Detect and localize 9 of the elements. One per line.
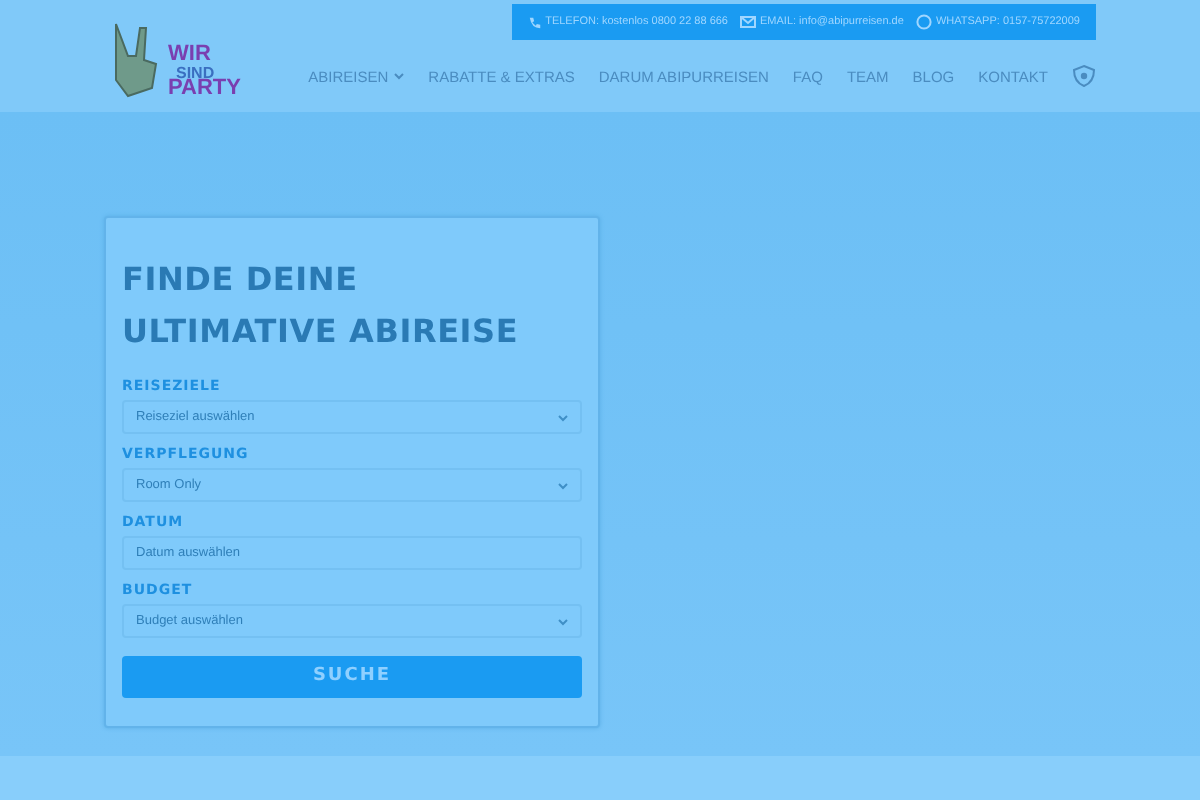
logo-text[interactable]: WIR SIND PARTY — [168, 46, 241, 100]
phone-icon — [527, 15, 542, 29]
caret-icon — [558, 413, 568, 421]
mail-icon — [740, 16, 756, 28]
caret-icon — [558, 481, 568, 489]
search-button[interactable]: SUCHE — [122, 655, 582, 697]
shield-icon[interactable] — [1072, 64, 1096, 88]
caret-icon — [558, 617, 568, 625]
card-title: FINDE DEINE ULTIMATIVE ABIREISE — [122, 258, 521, 354]
